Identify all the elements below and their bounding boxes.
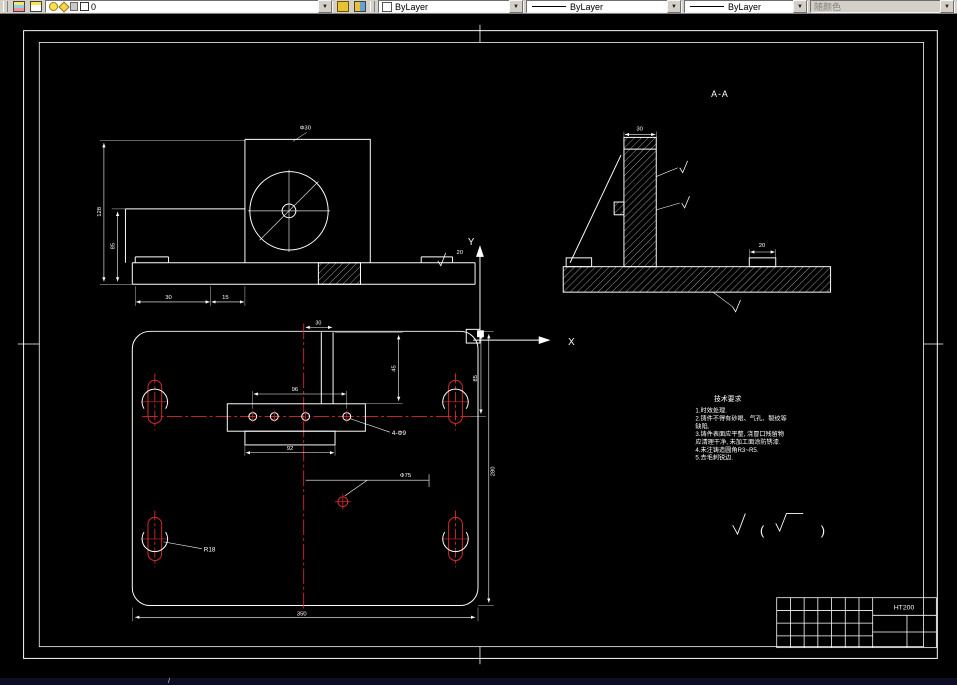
corner-slots (141, 379, 469, 561)
layers-icon (12, 1, 25, 12)
notes-line: 缺陷. (695, 422, 709, 430)
linetype-preview-icon (532, 6, 566, 7)
front-view (124, 138, 476, 285)
plotstyle-dropdown[interactable]: 随颜色 ▼ (810, 0, 955, 13)
dim-label: 85 (473, 374, 479, 381)
notes-line: 3.铸件表面应平整, 浇冒口残留物 (695, 430, 784, 438)
make-object-layer-current-button[interactable] (335, 0, 350, 13)
color-dropdown-arrow-icon[interactable]: ▼ (509, 0, 523, 13)
notes-line: 2.铸件不得有砂眼、气孔、裂纹等 (695, 414, 786, 422)
model-space-canvas[interactable]: 128 85 30 15 Φ30 20 A-A 30 20 R18 4-Φ9 Φ… (0, 14, 957, 678)
layer-manager-icon (29, 1, 42, 12)
dim-label: 350 (297, 611, 308, 617)
dim-label: 45 (392, 365, 398, 372)
layer-dropdown[interactable]: 0 ▼ (45, 0, 333, 13)
section-view: A-A 30 20 (562, 89, 832, 313)
current-color-label: ByLayer (395, 1, 429, 12)
color-dropdown[interactable]: ByLayer ▼ (378, 0, 524, 13)
x-axis-arrow-icon (538, 336, 551, 345)
notes-line: 5.去毛刺锐边. (695, 454, 733, 462)
y-axis-label: Y (468, 237, 475, 248)
plotstyle-dropdown-arrow-icon: ▼ (940, 0, 954, 13)
linetype-dropdown[interactable]: ByLayer ▼ (526, 0, 682, 13)
dim-label: 85 (111, 242, 117, 249)
dim-label: R18 (204, 547, 216, 554)
front-view-dims: 128 85 30 15 Φ30 20 (97, 126, 464, 306)
dim-label: 30 (636, 127, 643, 133)
lineweight-dropdown[interactable]: ByLayer ▼ (684, 0, 808, 13)
dim-label: 30 (315, 320, 321, 326)
lineweight-preview-icon (690, 6, 724, 7)
layer-properties-button[interactable] (11, 0, 26, 13)
surface-finish-machined-icon (775, 513, 804, 533)
drawing-canvas[interactable]: 128 85 30 15 Φ30 20 A-A 30 20 R18 4-Φ9 Φ… (0, 14, 957, 678)
surface-finish-icon (732, 299, 741, 313)
status-bar: / (0, 677, 957, 685)
dim-label: 20 (456, 250, 463, 256)
linetype-dropdown-arrow-icon[interactable]: ▼ (667, 0, 681, 13)
dim-label: 30 (165, 295, 172, 301)
current-lineweight-label: ByLayer (728, 1, 762, 12)
layer-dropdown-arrow-icon[interactable]: ▼ (318, 0, 332, 13)
rib-line (569, 154, 622, 263)
surface-finish-icon (679, 160, 690, 209)
make-layer-current-icon (336, 1, 349, 12)
toolbar-separator (370, 1, 375, 12)
technical-notes: 技术要求 1.时效处理. 2.铸件不得有砂眼、气孔、裂纹等 缺陷. 3.铸件表面… (695, 394, 786, 462)
current-layer-label: 0 (91, 1, 97, 12)
top-view: R18 4-Φ9 Φ75 (131, 323, 479, 614)
dim-label: 20 (759, 243, 766, 249)
layer-previous-button[interactable] (352, 0, 367, 13)
notes-line: 4.未注铸造圆角R3~R5. (695, 446, 758, 454)
sheet-frame (17, 24, 944, 665)
toolbar-drag-handle[interactable] (3, 1, 8, 12)
top-toolbar: 0 ▼ ByLayer ▼ ByLayer ▼ ByLayer ▼ 随颜色 ▼ (0, 0, 957, 14)
y-axis-arrow-icon (476, 245, 484, 257)
centerlines (141, 323, 471, 614)
layer-previous-icon (353, 1, 366, 12)
title-block: HT200 (776, 597, 937, 649)
dim-label: 15 (222, 295, 229, 301)
paren-open: ( (760, 523, 765, 538)
current-plotstyle-label: 随颜色 (814, 2, 842, 12)
top-view-dims: 96 92 45 280 85 350 30 (132, 320, 497, 622)
dim-label: 128 (97, 207, 103, 217)
section-title: A-A (711, 89, 729, 99)
notes-line: 1.时效处理. (695, 407, 727, 415)
paren-close: ) (821, 523, 825, 538)
current-color-swatch-icon (382, 1, 392, 12)
layer-freeze-icon (58, 0, 70, 13)
layer-on-icon (49, 2, 58, 11)
plate-outline (131, 330, 479, 607)
notes-title: 技术要求 (714, 394, 742, 403)
dim-label: 92 (287, 446, 294, 452)
material-label: HT200 (894, 604, 915, 611)
x-axis-label: X (568, 337, 575, 348)
dim-label: 4-Φ9 (392, 430, 407, 437)
layer-manager-button[interactable] (28, 0, 43, 13)
notes-line: 应清理干净, 未加工面涂防锈漆. (695, 438, 780, 446)
finish-symbols: ( ) (732, 513, 825, 538)
dim-label: 280 (491, 466, 497, 477)
surface-finish-icon (732, 513, 746, 536)
dim-label: Φ30 (300, 126, 312, 132)
lineweight-dropdown-arrow-icon[interactable]: ▼ (793, 0, 807, 13)
current-linetype-label: ByLayer (570, 1, 604, 12)
layer-lock-icon (70, 2, 78, 11)
dim-label: Φ75 (400, 473, 412, 479)
dim-label: 96 (292, 387, 299, 393)
layer-color-swatch-icon (80, 2, 89, 11)
oil-hole (305, 474, 430, 510)
